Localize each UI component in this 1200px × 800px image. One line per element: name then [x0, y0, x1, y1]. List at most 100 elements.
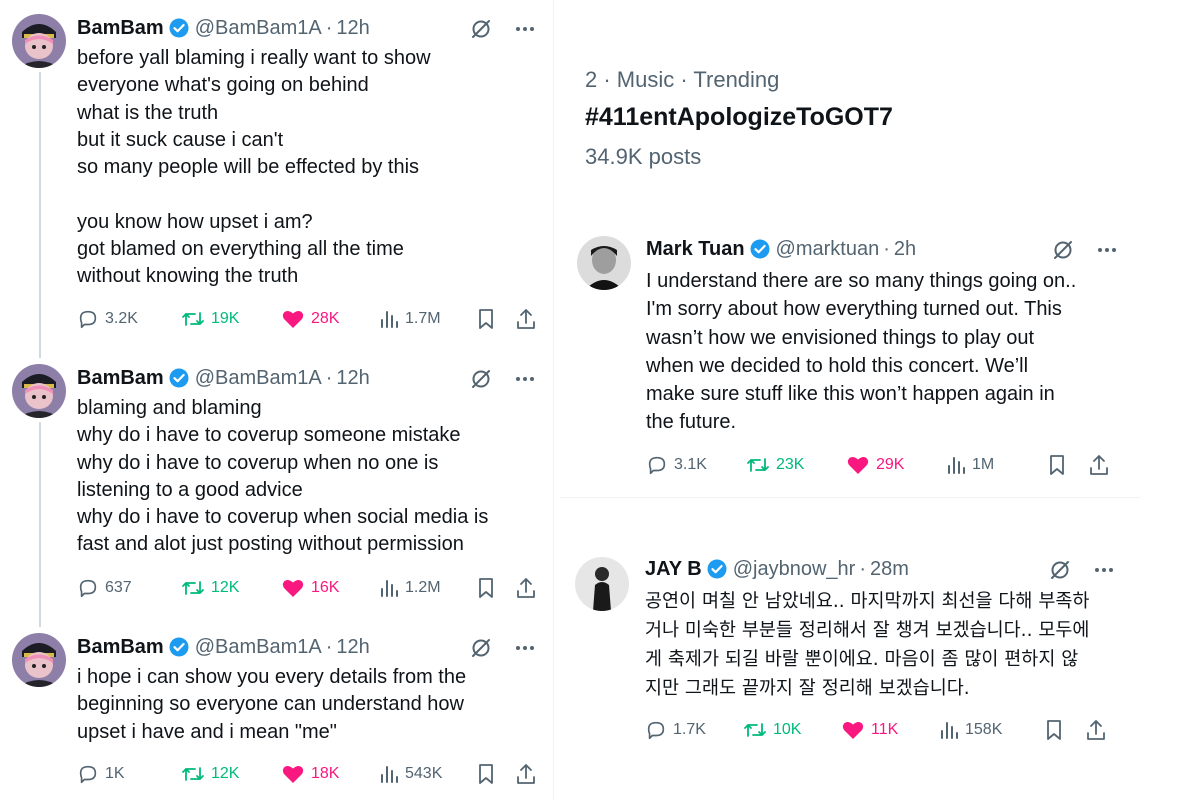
author-handle[interactable]: @BamBam1A: [195, 635, 322, 659]
separator-dot: ·: [883, 238, 890, 260]
separator-dot: ·: [325, 367, 333, 389]
reply-count: 1.7K: [673, 721, 706, 738]
reply-count: 1K: [105, 765, 125, 782]
share-icon[interactable]: [515, 577, 537, 599]
retweet-button[interactable]: 23K: [746, 454, 846, 476]
reply-button[interactable]: 1K: [77, 763, 181, 785]
share-icon[interactable]: [515, 308, 537, 330]
views-button[interactable]: 158K: [939, 720, 1043, 740]
retweet-count: 12K: [211, 765, 240, 782]
like-count: 28K: [311, 310, 340, 327]
retweet-button[interactable]: 10K: [743, 719, 841, 741]
tweet-text: i hope i can show you every details from…: [77, 666, 467, 743]
thread-line: [39, 72, 41, 358]
retweet-count: 23K: [776, 456, 805, 473]
view-count: 1M: [972, 456, 995, 473]
views-button[interactable]: 543K: [379, 764, 475, 784]
share-icon[interactable]: [1085, 719, 1107, 741]
like-count: 18K: [311, 765, 340, 782]
view-count: 158K: [965, 721, 1003, 738]
tweet-time[interactable]: 28m: [870, 557, 909, 581]
verified-badge-icon: [169, 637, 189, 657]
tweet-text: 공연이 며칠 안 남았네요.. 마지막까지 최선을 다해 부족하 거나 미숙한 …: [645, 591, 1090, 699]
author-name[interactable]: Mark Tuan: [646, 237, 745, 261]
bookmark-icon[interactable]: [475, 763, 515, 785]
avatar[interactable]: [12, 633, 66, 687]
bookmark-icon[interactable]: [1043, 719, 1085, 741]
like-button[interactable]: 16K: [281, 577, 379, 599]
author-name[interactable]: BamBam: [77, 366, 164, 390]
author-handle[interactable]: @BamBam1A: [195, 16, 322, 40]
panel-divider: [553, 0, 554, 800]
retweet-count: 12K: [211, 579, 240, 596]
views-button[interactable]: 1.2M: [379, 578, 475, 598]
author-handle[interactable]: @BamBam1A: [195, 366, 322, 390]
like-button[interactable]: 28K: [281, 308, 379, 330]
retweet-button[interactable]: 12K: [181, 577, 281, 599]
author-name[interactable]: BamBam: [77, 635, 164, 659]
avatar[interactable]: [575, 557, 629, 611]
tweet-text: blaming and blaming why do i have to cov…: [77, 397, 489, 556]
verified-badge-icon: [169, 368, 189, 388]
reply-button[interactable]: 3.1K: [646, 454, 746, 476]
grok-icon[interactable]: [1052, 239, 1074, 266]
avatar[interactable]: [12, 14, 66, 68]
more-options-icon[interactable]: [514, 368, 536, 395]
reply-button[interactable]: 1.7K: [645, 719, 743, 741]
trend-meta[interactable]: 2 · Music · Trending: [585, 67, 779, 93]
avatar[interactable]: [12, 364, 66, 418]
verified-badge-icon: [169, 18, 189, 38]
view-count: 543K: [405, 765, 443, 782]
bookmark-icon[interactable]: [475, 308, 515, 330]
grok-icon[interactable]: [1049, 559, 1071, 586]
more-options-icon[interactable]: [1096, 239, 1118, 266]
like-button[interactable]: 18K: [281, 763, 379, 785]
separator-dot: ·: [325, 17, 333, 39]
grok-icon[interactable]: [470, 18, 492, 45]
views-button[interactable]: 1.7M: [379, 309, 475, 329]
avatar[interactable]: [577, 236, 631, 290]
author-handle[interactable]: @marktuan: [776, 237, 880, 261]
retweet-button[interactable]: 12K: [181, 763, 281, 785]
share-icon[interactable]: [515, 763, 537, 785]
like-button[interactable]: 29K: [846, 454, 946, 476]
view-count: 1.2M: [405, 579, 441, 596]
separator-dot: ·: [859, 558, 866, 580]
reply-count: 3.2K: [105, 310, 138, 327]
view-count: 1.7M: [405, 310, 441, 327]
thread-line: [39, 422, 41, 627]
like-button[interactable]: 11K: [841, 719, 939, 741]
author-name[interactable]: BamBam: [77, 16, 164, 40]
reply-count: 3.1K: [674, 456, 707, 473]
trend-post-count: 34.9K posts: [585, 144, 702, 169]
tweet-time[interactable]: 12h: [336, 366, 369, 390]
reply-button[interactable]: 637: [77, 577, 181, 599]
like-count: 11K: [871, 721, 899, 738]
retweet-button[interactable]: 19K: [181, 308, 281, 330]
like-count: 16K: [311, 579, 340, 596]
reply-button[interactable]: 3.2K: [77, 308, 181, 330]
like-count: 29K: [876, 456, 905, 473]
grok-icon[interactable]: [470, 368, 492, 395]
tweet-time[interactable]: 12h: [336, 16, 369, 40]
tweet-text: I understand there are so many things go…: [646, 270, 1077, 434]
trend-hashtag[interactable]: #411entApologizeToGOT7: [585, 103, 893, 132]
tweet-time[interactable]: 2h: [894, 237, 916, 261]
grok-icon[interactable]: [470, 637, 492, 664]
separator-dot: ·: [325, 636, 333, 658]
retweet-count: 10K: [773, 721, 802, 738]
reply-count: 637: [105, 579, 132, 596]
verified-badge-icon: [750, 239, 770, 259]
author-name[interactable]: JAY B: [645, 557, 702, 581]
bookmark-icon[interactable]: [1046, 454, 1088, 476]
tweet-time[interactable]: 12h: [336, 635, 369, 659]
more-options-icon[interactable]: [1093, 559, 1115, 586]
author-handle[interactable]: @jaybnow_hr: [733, 557, 856, 581]
bookmark-icon[interactable]: [475, 577, 515, 599]
retweet-count: 19K: [211, 310, 240, 327]
views-button[interactable]: 1M: [946, 455, 1046, 475]
more-options-icon[interactable]: [514, 637, 536, 664]
verified-badge-icon: [707, 559, 727, 579]
share-icon[interactable]: [1088, 454, 1110, 476]
more-options-icon[interactable]: [514, 18, 536, 45]
